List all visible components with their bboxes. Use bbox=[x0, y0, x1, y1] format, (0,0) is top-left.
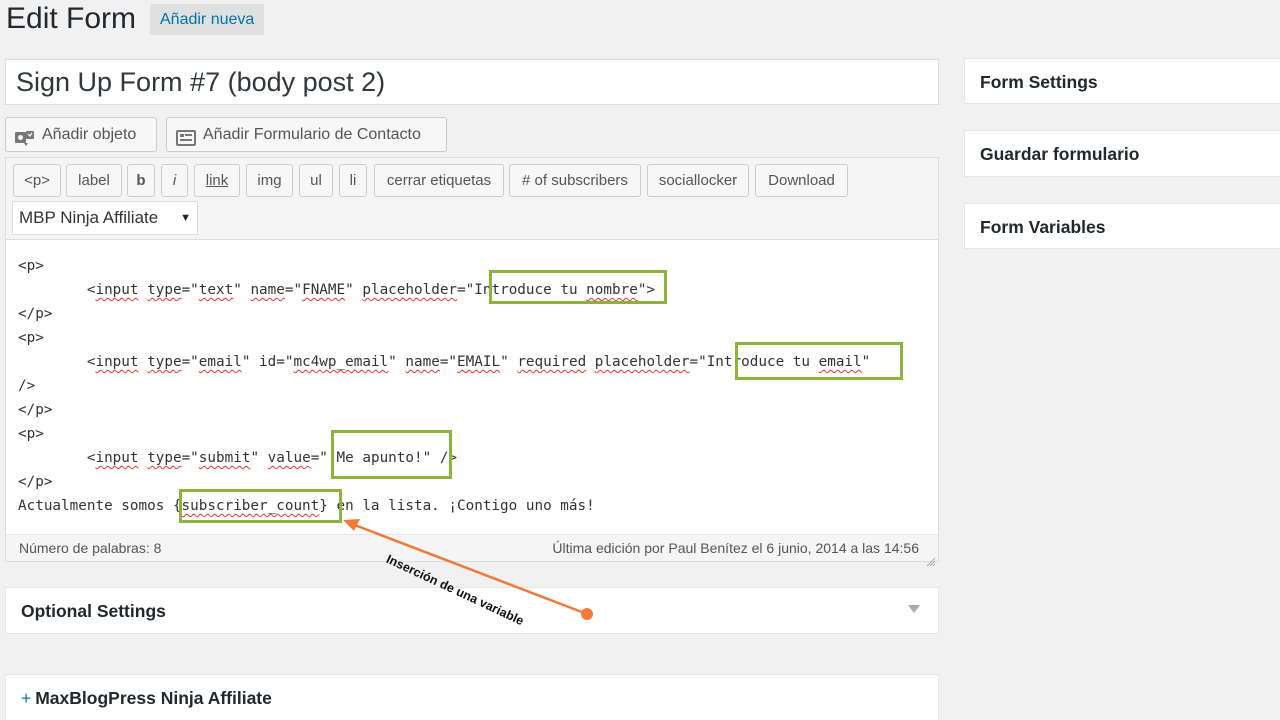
code-line: <p> bbox=[18, 258, 44, 274]
code-content[interactable]: <p> <input type="text" name="FNAME" plac… bbox=[18, 254, 870, 518]
code-line: <input type="text" name="FNAME" placehol… bbox=[18, 282, 656, 298]
ninja-affiliate-box[interactable]: + MaxBlogPress Ninja Affiliate bbox=[5, 674, 939, 720]
add-object-label: Añadir objeto bbox=[42, 126, 137, 143]
save-form-title: Guardar formulario bbox=[980, 144, 1140, 164]
affiliate-select-value: MBP Ninja Affiliate bbox=[19, 208, 159, 227]
ninja-affiliate-header: + MaxBlogPress Ninja Affiliate bbox=[21, 688, 272, 709]
editor-status-bar: Número de palabras: 8 Última edición por… bbox=[6, 534, 938, 567]
form-title-input[interactable]: Sign Up Form #7 (body post 2) bbox=[5, 59, 939, 105]
form-variables-box[interactable]: Form Variables bbox=[964, 203, 1280, 249]
editor-toolbar: <p> label b i link img ul li cerrar etiq… bbox=[6, 158, 938, 240]
add-media-icon bbox=[14, 126, 36, 146]
optional-settings-title: Optional Settings bbox=[21, 601, 166, 621]
toolbar-button-li[interactable]: li bbox=[339, 164, 367, 197]
select-arrow-icon: ▼ bbox=[176, 202, 191, 234]
page-title: Edit Form bbox=[6, 2, 137, 35]
form-settings-title: Form Settings bbox=[980, 72, 1098, 92]
code-line: <input type="email" id="mc4wp_email" nam… bbox=[18, 354, 871, 370]
toolbar-button-download[interactable]: Download bbox=[755, 164, 848, 197]
resize-grip-icon[interactable] bbox=[926, 549, 936, 567]
toolbar-button-italic[interactable]: i bbox=[161, 164, 188, 197]
affiliate-select[interactable]: MBP Ninja Affiliate ▼ bbox=[12, 201, 198, 235]
code-line: <input type="submit" value="¡Me apunto!"… bbox=[18, 450, 458, 466]
code-line: </p> bbox=[18, 402, 53, 418]
code-line: <p> bbox=[18, 426, 44, 442]
code-line: Actualmente somos {subscriber_count} en … bbox=[18, 498, 595, 514]
code-line: <p> bbox=[18, 330, 44, 346]
plus-icon[interactable]: + bbox=[21, 688, 31, 708]
save-form-box[interactable]: Guardar formulario bbox=[964, 130, 1280, 177]
code-editor[interactable]: <p> label b i link img ul li cerrar etiq… bbox=[5, 157, 939, 567]
toolbar-button-ul[interactable]: ul bbox=[299, 164, 333, 197]
last-edit-info: Última edición por Paul Benítez el 6 jun… bbox=[552, 540, 919, 556]
code-line: /> bbox=[18, 378, 36, 394]
add-contact-form-label: Añadir Formulario de Contacto bbox=[203, 126, 421, 143]
toolbar-button-label[interactable]: label bbox=[66, 164, 122, 197]
toolbar-button-p[interactable]: <p> bbox=[13, 164, 61, 197]
form-variables-title: Form Variables bbox=[980, 217, 1106, 237]
contact-form-icon bbox=[175, 126, 197, 146]
toolbar-button-close-tags[interactable]: cerrar etiquetas bbox=[374, 164, 504, 197]
word-count: Número de palabras: 8 bbox=[19, 540, 162, 556]
toolbar-button-img[interactable]: img bbox=[246, 164, 293, 197]
ninja-affiliate-title: MaxBlogPress Ninja Affiliate bbox=[35, 688, 272, 708]
toggle-arrow-icon[interactable] bbox=[908, 605, 920, 613]
toolbar-button-link[interactable]: link bbox=[194, 164, 240, 197]
add-object-button[interactable]: Añadir objeto bbox=[5, 117, 157, 152]
form-settings-box[interactable]: Form Settings bbox=[964, 58, 1280, 104]
code-line: </p> bbox=[18, 306, 53, 322]
add-new-button[interactable]: Añadir nueva bbox=[150, 4, 265, 35]
toolbar-button-bold[interactable]: b bbox=[127, 164, 155, 197]
toolbar-button-subscribers[interactable]: # of subscribers bbox=[509, 164, 641, 197]
code-line: </p> bbox=[18, 474, 53, 490]
toolbar-button-sociallocker[interactable]: sociallocker bbox=[647, 164, 749, 197]
add-contact-form-button[interactable]: Añadir Formulario de Contacto bbox=[166, 117, 447, 152]
